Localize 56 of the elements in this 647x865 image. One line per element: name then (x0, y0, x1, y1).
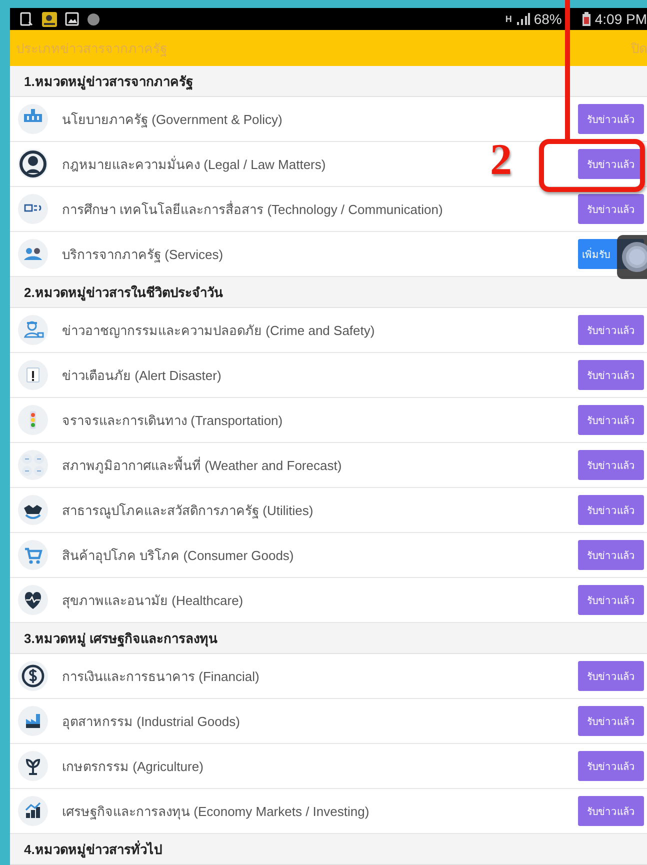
subscribed-button[interactable]: รับข่าวแล้ว (578, 751, 644, 781)
category-label: อุตสาหกรรม (Industrial Goods) (62, 712, 240, 732)
dollar-icon (18, 661, 48, 691)
battery-percentage: 68% (534, 11, 562, 27)
circle-icon (87, 12, 100, 26)
image-icon (65, 12, 79, 26)
subscribed-button[interactable]: รับข่าวแล้ว (578, 495, 644, 525)
section-heading: 2.หมวดหมู่ข่าวสารในชีวิตประจำวัน (24, 284, 223, 302)
subscribed-button[interactable]: รับข่าวแล้ว (578, 661, 644, 691)
section-heading: 4.หมวดหมู่ข่าวสารทั่วไป (24, 840, 162, 860)
category-label: สินค้าอุปโภค บริโภค (Consumer Goods) (62, 546, 294, 566)
subscribed-button[interactable]: รับข่าวแล้ว (578, 450, 644, 480)
floating-touch-button[interactable] (617, 235, 647, 279)
category-label: สภาพภูมิอากาศและพื้นที่ (Weather and Forecast) (62, 455, 342, 476)
traffic-light-icon (18, 405, 48, 435)
alert-icon (18, 360, 48, 390)
subscribed-button[interactable]: รับข่าวแล้ว (578, 796, 644, 826)
category-label: การศึกษา เทคโนโลยีและการสื่อสาร (Technology / Communication) (62, 200, 443, 219)
subscribed-button[interactable]: รับข่าวแล้ว (578, 706, 644, 736)
category-label: กฎหมายและความมั่นคง (Legal / Law Matters) (62, 154, 326, 174)
plant-icon (18, 751, 48, 781)
category-label: จราจรและการเดินทาง (Transportation) (62, 412, 283, 430)
section-heading: 3.หมวดหมู่ เศรษฐกิจและการลงทุน (24, 630, 218, 648)
category-label: สาธารณูปโภคและสวัสดิการภาครัฐ (Utilities) (62, 502, 314, 520)
category-label: นโยบายภาครัฐ (Government & Policy) (62, 110, 282, 130)
network-type: H (505, 14, 512, 24)
subscribed-button[interactable]: รับข่าวแล้ว (578, 405, 644, 435)
clock-time: 4:09 PM (594, 11, 647, 27)
battery-icon (582, 12, 591, 26)
police-icon (18, 315, 48, 345)
app-notification-icon (42, 12, 57, 26)
person-icon (18, 149, 48, 179)
category-label: เกษตรกรรม (Agriculture) (62, 758, 204, 776)
subscribed-button[interactable]: รับข่าวแล้ว (578, 315, 644, 345)
factory-icon (18, 706, 48, 736)
category-label: สุขภาพและอนามัย (Healthcare) (62, 592, 244, 610)
subscribed-button[interactable]: รับข่าวแล้ว (578, 585, 644, 615)
signal-icon (516, 12, 530, 26)
category-label: บริการจากภาครัฐ (Services) (62, 246, 224, 264)
annotation-number: 2 (490, 136, 512, 184)
screen-title: ประเภทข่าวสารจากภาครัฐ (16, 40, 167, 58)
category-label: การเงินและการธนาคาร (Financial) (62, 668, 260, 686)
building-icon (18, 104, 48, 134)
category-label: ข่าวอาชญากรรมและความปลอดภัย (Crime and Safety) (62, 322, 375, 340)
phone-icon (20, 12, 34, 26)
subscribed-button[interactable]: รับข่าวแล้ว (578, 194, 644, 224)
subscribed-button[interactable]: รับข่าวแล้ว (578, 360, 644, 390)
people-icon (18, 239, 48, 269)
subscribed-button[interactable]: รับข่าวแล้ว (578, 540, 644, 570)
category-label: เศรษฐกิจและการลงทุน (Economy Markets / Investing) (62, 802, 370, 822)
weather-grid-icon (18, 450, 48, 480)
cart-icon (18, 540, 48, 570)
chart-icon (18, 796, 48, 826)
subscribed-button[interactable]: รับข่าวแล้ว (578, 104, 644, 134)
category-label: ข่าวเตือนภัย (Alert Disaster) (62, 366, 222, 385)
section-heading: 1.หมวดหมู่ข่าวสารจากภาครัฐ (24, 72, 193, 92)
